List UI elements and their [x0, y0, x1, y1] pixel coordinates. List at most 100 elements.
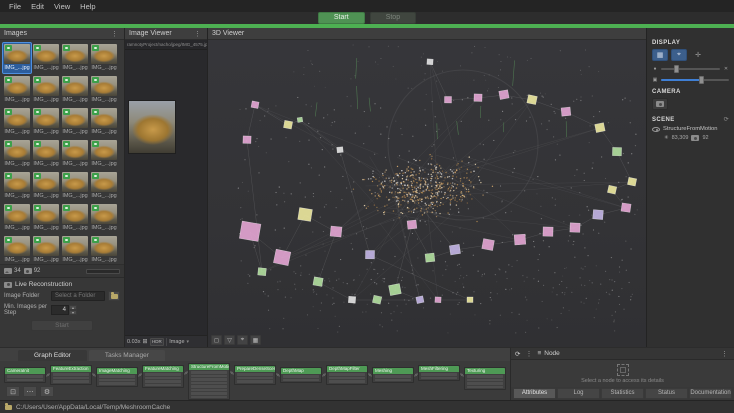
- graph-node-camerainit[interactable]: CameraInit: [4, 367, 46, 383]
- node-attribute-row: [99, 382, 135, 385]
- browse-folder-button[interactable]: [108, 291, 120, 301]
- gallery-thumbnail[interactable]: IMG_...jpg: [90, 107, 118, 137]
- gallery-thumbnail[interactable]: IMG_...jpg: [32, 43, 60, 73]
- gallery-thumbnail[interactable]: IMG_...jpg: [3, 171, 31, 201]
- gallery-thumbnail[interactable]: IMG_...jpg: [32, 171, 60, 201]
- menu-view[interactable]: View: [49, 1, 75, 12]
- image-folder-input[interactable]: Select a Folder: [51, 291, 105, 301]
- node-attribute-row: [283, 375, 319, 378]
- grid-icon[interactable]: ▦: [250, 335, 261, 345]
- gizmo-toggle-icon[interactable]: ⌖: [671, 49, 687, 61]
- gallery-thumbnail[interactable]: IMG_...jpg: [61, 43, 89, 73]
- image-viewer-menu-icon[interactable]: ⋮: [192, 30, 203, 38]
- point-cloud-render: [237, 44, 638, 334]
- reset-icon[interactable]: ✕: [723, 66, 729, 72]
- menu-edit[interactable]: Edit: [26, 1, 49, 12]
- graph-node-meshing[interactable]: Meshing: [372, 367, 414, 383]
- gallery-thumbnail[interactable]: IMG_...jpg: [3, 107, 31, 137]
- gallery-thumbnail[interactable]: IMG_...jpg: [32, 235, 60, 264]
- gallery-thumbnail[interactable]: IMG_...jpg: [2, 42, 32, 74]
- gallery-thumbnail[interactable]: IMG_...jpg: [90, 203, 118, 233]
- viewport-3d[interactable]: ◻ ▽ ⌖ ▦: [208, 40, 646, 347]
- scene-sync-icon[interactable]: ⟳: [724, 116, 729, 123]
- graph-node-preparedensescene[interactable]: PrepareDenseScene: [234, 365, 276, 385]
- view-mode-dropdown-icon[interactable]: ▾: [187, 339, 190, 345]
- gallery-thumbnail[interactable]: IMG_...jpg: [61, 139, 89, 169]
- gallery-thumbnail[interactable]: IMG_...jpg: [90, 171, 118, 201]
- stop-button[interactable]: Stop: [369, 12, 417, 24]
- start-button[interactable]: Start: [317, 12, 365, 24]
- gallery-thumbnail[interactable]: IMG_...jpg: [32, 139, 60, 169]
- graph-node-depthmap[interactable]: DepthMap: [280, 367, 322, 383]
- gallery-thumbnail[interactable]: IMG_...jpg: [90, 139, 118, 169]
- wireframe-icon[interactable]: ▽: [224, 335, 235, 345]
- images-menu-icon[interactable]: ⋮: [109, 30, 120, 38]
- more-options-icon[interactable]: ⋯: [23, 386, 37, 397]
- gallery-thumbnail[interactable]: IMG_...jpg: [61, 203, 89, 233]
- node-tab-documentation[interactable]: Documentation: [689, 388, 732, 399]
- node-tab-statistics[interactable]: Statistics: [601, 388, 644, 399]
- graph-node-featurematching[interactable]: FeatureMatching: [142, 365, 184, 388]
- points-count: 83,309: [671, 135, 689, 141]
- live-reconstruction-header[interactable]: Live Reconstruction: [4, 281, 120, 288]
- gizmo-icon[interactable]: ⌖: [237, 335, 248, 345]
- tab-graph-editor[interactable]: Graph Editor: [18, 350, 87, 361]
- gallery-thumbnail[interactable]: IMG_...jpg: [61, 235, 89, 264]
- node-attribute-row: [283, 378, 319, 381]
- image-overlay-button[interactable]: [652, 98, 668, 110]
- camera-scale-slider[interactable]: [661, 76, 729, 84]
- image-viewer-canvas[interactable]: [125, 50, 207, 335]
- thumbnail-photo: [33, 76, 59, 96]
- node-tab-log[interactable]: Log: [557, 388, 600, 399]
- gallery-thumbnail[interactable]: IMG_...jpg: [61, 75, 89, 105]
- images-panel-title: Images: [4, 30, 27, 37]
- render-mode-icon[interactable]: ◻: [211, 335, 222, 345]
- camera-plane: [250, 100, 260, 109]
- node-refresh-icon[interactable]: ⟳: [515, 350, 520, 358]
- graph-node-structurefrommotion[interactable]: StructureFromMotion: [188, 363, 230, 400]
- gallery-thumbnail[interactable]: IMG_...jpg: [32, 203, 60, 233]
- locator-toggle-icon[interactable]: ✛: [690, 49, 706, 61]
- graph-node-meshfiltering[interactable]: MeshFiltering: [418, 365, 460, 381]
- visibility-eye-icon[interactable]: [652, 126, 660, 132]
- grid-toggle-icon[interactable]: ▦: [652, 49, 668, 61]
- graph-editor-canvas[interactable]: ⊡ ⋯ ⚙ CameraInit FeatureExtraction ImageMa…: [0, 361, 510, 400]
- node-kebab-icon[interactable]: ⋮: [523, 350, 534, 358]
- thumbnail-photo: [33, 236, 59, 256]
- graph-node-imagematching[interactable]: ImageMatching: [96, 367, 138, 387]
- gallery-thumbnail[interactable]: IMG_...jpg: [32, 107, 60, 137]
- gallery-thumbnail[interactable]: IMG_...jpg: [3, 235, 31, 264]
- thumbnail-label: IMG_...jpg: [33, 225, 59, 231]
- live-start-button[interactable]: Start: [31, 320, 93, 331]
- gallery-thumbnail[interactable]: IMG_...jpg: [90, 235, 118, 264]
- graph-node-title: StructureFromMotion: [189, 364, 229, 370]
- node-tab-status[interactable]: Status: [645, 388, 688, 399]
- gallery-thumbnail[interactable]: IMG_...jpg: [3, 203, 31, 233]
- fit-graph-icon[interactable]: ⊡: [6, 386, 20, 397]
- graph-settings-gear-icon[interactable]: ⚙: [40, 386, 54, 397]
- gallery-thumbnail[interactable]: IMG_...jpg: [90, 75, 118, 105]
- hdr-toggle[interactable]: HDR: [149, 337, 165, 346]
- tab-tasks-manager[interactable]: Tasks Manager: [88, 350, 165, 361]
- spin-down-icon[interactable]: ▾: [69, 310, 77, 315]
- min-images-stepper[interactable]: 4 ▴ ▾: [51, 305, 77, 315]
- node-panel-menu-icon[interactable]: ⋮: [719, 350, 730, 358]
- view-mode-select[interactable]: Image: [169, 339, 184, 345]
- point-size-slider[interactable]: [661, 65, 720, 73]
- thumbnail-label: IMG_...jpg: [33, 161, 59, 167]
- gallery-thumbnail[interactable]: IMG_...jpg: [90, 43, 118, 73]
- menu-help[interactable]: Help: [75, 1, 100, 12]
- graph-node-featureextraction[interactable]: FeatureExtraction: [50, 365, 92, 385]
- min-images-value[interactable]: 4: [51, 305, 69, 315]
- scene-media-row[interactable]: StructureFromMotion: [652, 126, 729, 132]
- gallery-thumbnail[interactable]: IMG_...jpg: [32, 75, 60, 105]
- menu-file[interactable]: File: [4, 1, 26, 12]
- graph-node-depthmapfilter[interactable]: DepthMapFilter: [326, 365, 368, 385]
- node-tab-attributes[interactable]: Attributes: [513, 388, 556, 399]
- gallery-thumbnail[interactable]: IMG_...jpg: [61, 107, 89, 137]
- graph-node-texturing[interactable]: Texturing: [464, 367, 506, 390]
- gallery-thumbnail[interactable]: IMG_...jpg: [61, 171, 89, 201]
- fit-image-icon[interactable]: ⊞: [142, 338, 147, 345]
- gallery-thumbnail[interactable]: IMG_...jpg: [3, 139, 31, 169]
- gallery-thumbnail[interactable]: IMG_...jpg: [3, 75, 31, 105]
